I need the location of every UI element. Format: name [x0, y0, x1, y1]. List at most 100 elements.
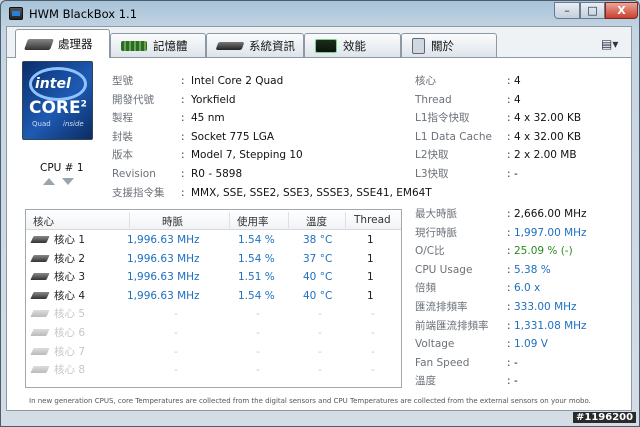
perf-3-label: CPU Usage — [415, 263, 473, 276]
core-cell-usage: 1.54 % — [238, 289, 275, 302]
core-cell-name: 核心 4 — [54, 289, 86, 302]
cache-0-label: 核心 — [415, 75, 436, 87]
core-cell-thread: 1 — [367, 289, 374, 302]
table-row[interactable]: 核心 4 1,996.63 MHz 1.54 % 40 °C 1 — [26, 287, 401, 305]
core-cell-temp: - — [318, 327, 322, 339]
perf-4-label: 倍頻 — [415, 282, 436, 295]
cache-3-label: L1 Data Cache — [415, 130, 492, 143]
perf-0-value: 2,666.00 MHz — [514, 208, 587, 220]
footer-note: In new generation CPUS, core Temperature… — [29, 397, 591, 405]
col-header-core[interactable]: 核心 — [33, 214, 54, 229]
core-cell-clock: - — [174, 327, 178, 339]
core-chip-icon — [30, 347, 50, 355]
performance-monitor-icon — [315, 38, 337, 53]
core-cell-temp: - — [318, 364, 322, 377]
system-board-icon — [215, 41, 245, 50]
cache-4-value: 2 x 2.00 MB — [514, 149, 577, 162]
close-button[interactable]: X — [605, 2, 638, 19]
table-row[interactable]: 核心 7 - - - - — [26, 343, 401, 361]
perf-8-colon: : — [507, 356, 511, 369]
perf-7-colon: : — [507, 338, 511, 351]
memory-module-icon — [121, 40, 147, 51]
cache-3-value: 4 x 32.00 KB — [514, 130, 582, 143]
tab-processor[interactable]: 處理器 — [15, 29, 110, 58]
perf-5-colon: : — [507, 301, 511, 313]
core-cell-usage: - — [256, 364, 260, 377]
watermark: #1196200 — [573, 412, 637, 423]
core-cell-usage: 1.54 % — [238, 234, 275, 246]
perf-0-colon: : — [507, 208, 511, 220]
core-cell-temp: 40 °C — [303, 271, 333, 284]
tab-performance-label: 效能 — [343, 38, 366, 53]
cache-3-colon: : — [507, 130, 511, 143]
table-row[interactable]: 核心 1 1,996.63 MHz 1.54 % 38 °C 1 — [26, 231, 401, 249]
cache-4-colon: : — [507, 149, 511, 162]
title-bar: HWM BlackBox 1.1 – □ X — [1, 1, 639, 27]
cache-5-label: L3快取 — [415, 168, 449, 180]
core-cell-clock: 1,996.63 MHz — [127, 271, 200, 284]
perf-2-colon: : — [507, 245, 511, 258]
perf-2-label: O/C比 — [415, 245, 445, 258]
perf-2-value: 25.09 % (-) — [514, 245, 573, 258]
core-chip-icon — [30, 236, 50, 243]
cache-1-colon: : — [507, 93, 511, 106]
table-row[interactable]: 核心 5 - - - - — [26, 305, 401, 323]
core-cell-clock: 1,996.63 MHz — [127, 234, 200, 246]
core-table: 核心 時脈 使用率 溫度 Thread 核心 1 1,996.63 MHz 1.54… — [25, 209, 402, 388]
tab-processor-label: 處理器 — [58, 37, 93, 51]
core-cell-temp: - — [318, 308, 322, 321]
perf-3-colon: : — [507, 263, 511, 276]
cache-1-value: 4 — [514, 93, 521, 106]
table-row[interactable]: 核心 2 1,996.63 MHz 1.54 % 37 °C 1 — [26, 250, 401, 268]
core-cell-thread: 1 — [367, 271, 374, 284]
perf-7-value: 1.09 V — [514, 338, 548, 351]
maximize-button[interactable]: □ — [580, 2, 605, 19]
core-chip-icon — [30, 366, 50, 374]
core-cell-usage: 1.51 % — [238, 271, 275, 284]
cache-0-colon: : — [507, 75, 511, 87]
perf-9-value: - — [514, 375, 518, 388]
core-cell-clock: - — [174, 345, 178, 358]
cache-5-colon: : — [507, 168, 511, 180]
cache-5-row: L3快取: - — [0, 166, 640, 182]
tab-about-label: 關於 — [431, 38, 454, 53]
core-cell-usage: 1.54 % — [238, 252, 275, 265]
cache-5-value: - — [514, 168, 518, 180]
core-cell-thread: - — [371, 345, 375, 358]
perf-1-colon: : — [507, 226, 511, 239]
core-cell-name: 核心 8 — [54, 364, 86, 377]
col-header-thread[interactable]: Thread — [354, 214, 391, 226]
tab-performance[interactable]: 效能 — [304, 33, 401, 57]
perf-9-colon: : — [507, 375, 511, 388]
tab-memory[interactable]: 記憶體 — [110, 33, 206, 57]
tab-about[interactable]: 關於 — [401, 33, 497, 57]
core-cell-temp: 40 °C — [303, 289, 333, 302]
col-header-temp[interactable]: 溫度 — [306, 214, 327, 229]
core-cell-temp: 38 °C — [303, 234, 333, 246]
options-menu-icon[interactable]: ▤▾ — [601, 37, 625, 53]
table-row[interactable]: 核心 8 - - - - — [26, 361, 401, 379]
cache-4-label: L2快取 — [415, 149, 449, 162]
table-row[interactable]: 核心 6 - - - - — [26, 324, 401, 342]
perf-6-colon: : — [507, 319, 511, 332]
core-cell-name: 核心 2 — [54, 252, 86, 265]
info-6-value: MMX, SSE, SSE2, SSE3, SSSE3, SSE41, EM64… — [191, 186, 432, 199]
col-header-clock[interactable]: 時脈 — [162, 214, 183, 229]
core-cell-thread: 1 — [367, 252, 374, 265]
cache-3-row: L1 Data Cache:4 x 32.00 KB — [0, 129, 640, 145]
table-row[interactable]: 核心 3 1,996.63 MHz 1.51 % 40 °C 1 — [26, 268, 401, 286]
perf-5-value: 333.00 MHz — [514, 301, 577, 313]
info-6-label: 支援指令集 — [112, 186, 165, 199]
about-document-icon — [412, 37, 425, 54]
tab-system-info[interactable]: 系統資訊 — [206, 33, 304, 57]
perf-1-value: 1,997.00 MHz — [514, 226, 587, 239]
perf-9-label: 溫度 — [415, 375, 436, 388]
cache-2-colon: : — [507, 112, 511, 125]
core-table-header: 核心 時脈 使用率 溫度 Thread — [26, 210, 401, 230]
window-title: HWM BlackBox 1.1 — [29, 7, 138, 21]
cache-2-row: L1指令快取:4 x 32.00 KB — [0, 110, 640, 126]
core-cell-name: 核心 3 — [54, 271, 86, 284]
minimize-button[interactable]: – — [554, 2, 580, 19]
core-cell-usage: - — [256, 308, 260, 321]
col-header-usage[interactable]: 使用率 — [237, 214, 269, 229]
